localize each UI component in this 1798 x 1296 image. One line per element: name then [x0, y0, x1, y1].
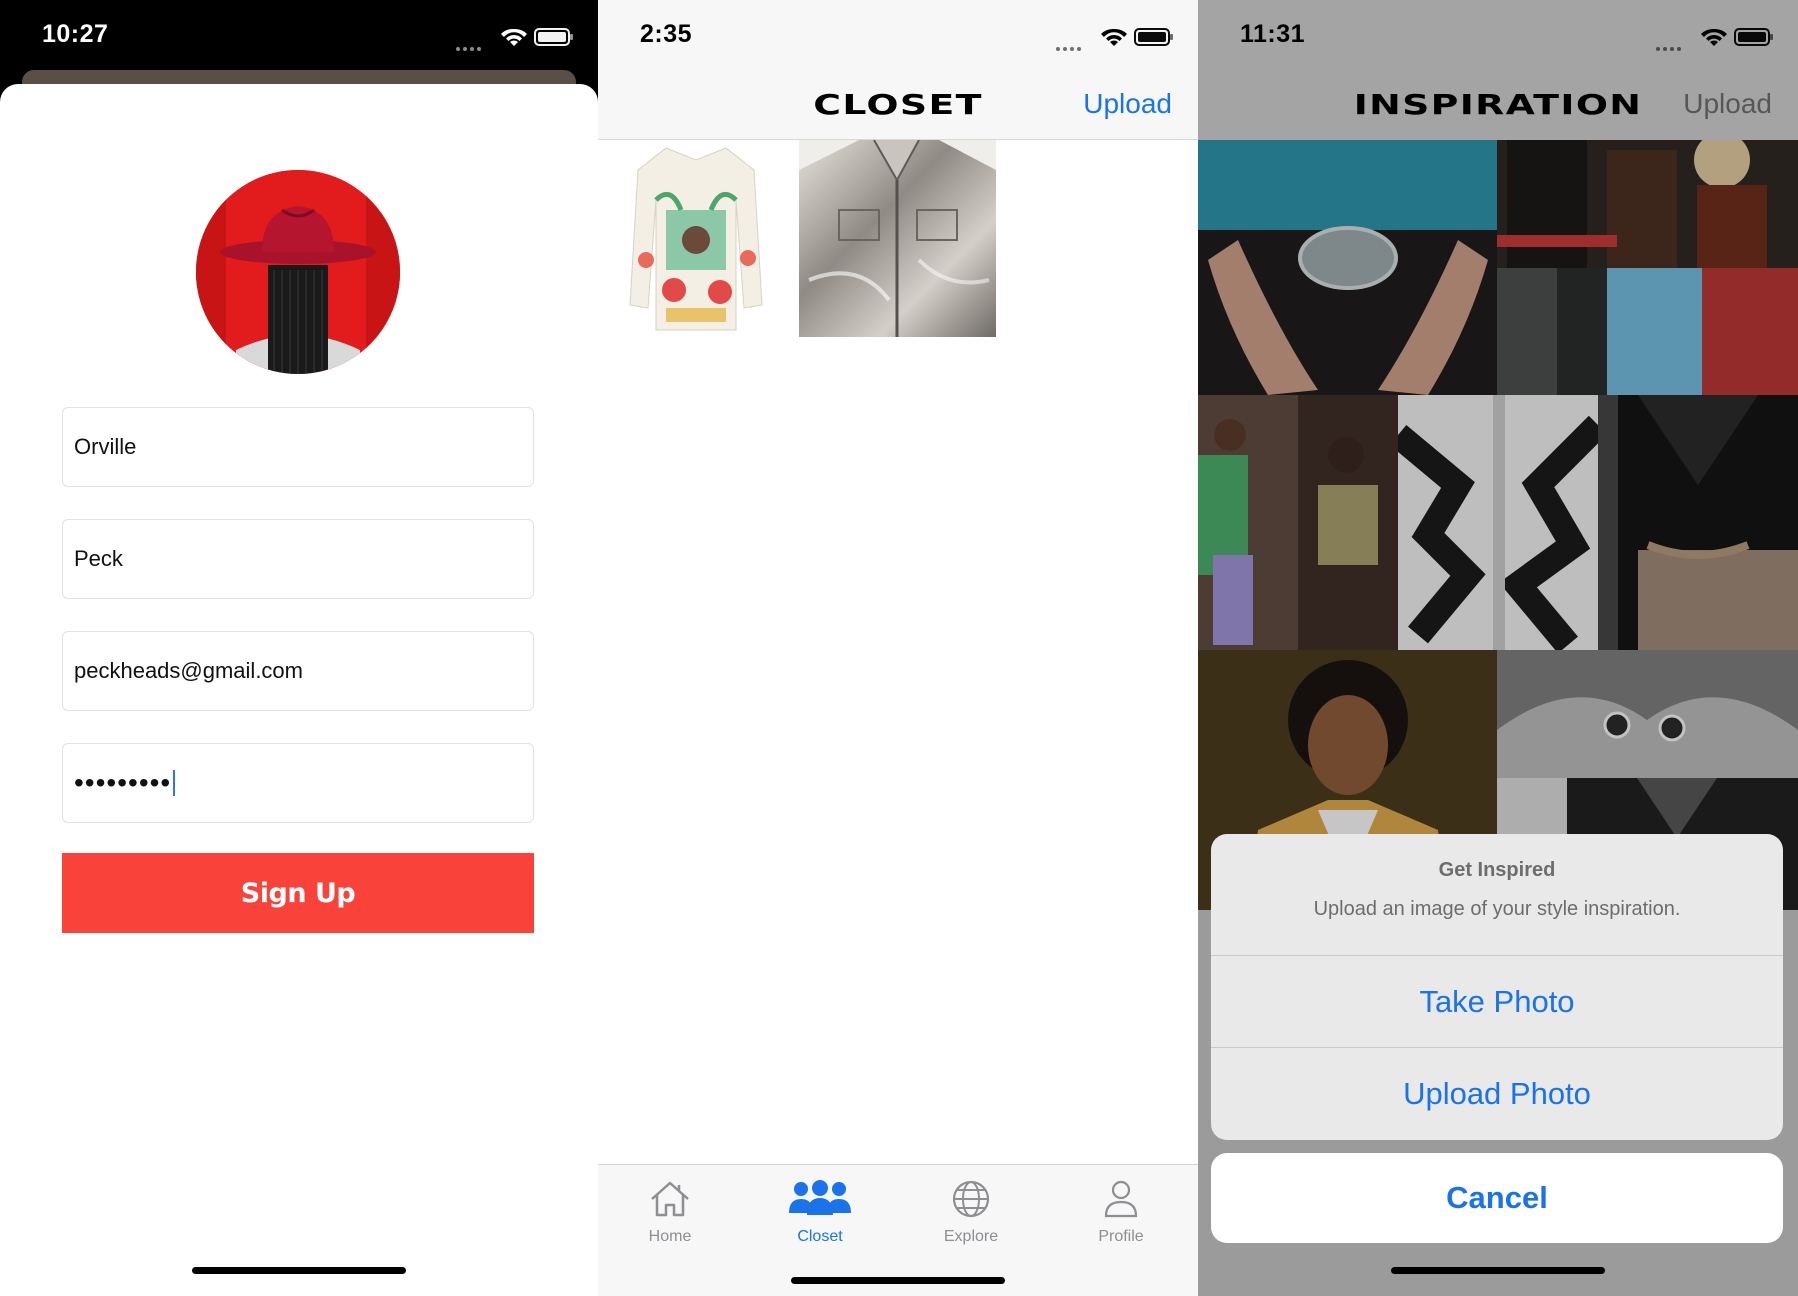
action-sheet-message: Upload an image of your style inspiratio…: [1313, 898, 1681, 920]
first-name-field[interactable]: Orville: [62, 407, 534, 487]
tab-label: Explore: [943, 1228, 999, 1245]
floral-shirt-image: [626, 140, 766, 337]
action-sheet: Get Inspired Upload an image of your sty…: [1211, 834, 1783, 1140]
nav-bar: CLOSET Upload: [598, 72, 1198, 140]
closet-item-metallic-jacket[interactable]: [799, 139, 996, 337]
last-name-value: Peck: [74, 546, 123, 571]
action-sheet-header: Get Inspired Upload an image of your sty…: [1211, 834, 1783, 956]
avatar-photo: [196, 170, 400, 374]
tab-explore[interactable]: Explore: [921, 1179, 1021, 1246]
password-field[interactable]: •••••••••: [62, 743, 534, 823]
wifi-icon: [1101, 28, 1127, 46]
status-icons: [456, 26, 576, 51]
signal-icon: [1056, 38, 1086, 51]
tab-profile[interactable]: Profile: [1071, 1179, 1171, 1246]
email-field[interactable]: peckheads@gmail.com: [62, 631, 534, 711]
signup-screen: 10:27 Orville Peck peckheads@gmail.com •…: [0, 0, 598, 1296]
globe-icon: [952, 1180, 990, 1218]
text-cursor: [173, 770, 176, 796]
cancel-button[interactable]: Cancel: [1211, 1153, 1783, 1243]
people-icon: [789, 1180, 851, 1215]
tab-home[interactable]: Home: [620, 1179, 720, 1246]
status-bar: 10:27: [0, 0, 598, 72]
avatar[interactable]: [196, 170, 400, 374]
signal-icon: [456, 38, 486, 51]
tab-bar: Home Closet Explore Profile: [598, 1164, 1198, 1296]
status-time: 2:35: [640, 20, 693, 48]
battery-icon: [534, 28, 573, 46]
tab-label: Profile: [1098, 1228, 1144, 1245]
tab-label: Closet: [797, 1228, 843, 1245]
password-value: •••••••••: [74, 767, 172, 798]
email-value: peckheads@gmail.com: [74, 658, 303, 683]
closet-item-floral-shirt[interactable]: [626, 140, 766, 337]
home-icon: [651, 1181, 689, 1217]
upload-button[interactable]: Upload: [1083, 88, 1172, 120]
home-indicator[interactable]: [791, 1277, 1005, 1284]
home-indicator[interactable]: [192, 1267, 406, 1274]
wifi-icon: [501, 28, 527, 46]
metallic-jacket-image: [799, 139, 996, 337]
take-photo-button[interactable]: Take Photo: [1211, 956, 1783, 1048]
first-name-value: Orville: [74, 434, 137, 459]
last-name-field[interactable]: Peck: [62, 519, 534, 599]
tab-closet[interactable]: Closet: [770, 1179, 870, 1246]
home-indicator[interactable]: [1391, 1267, 1605, 1274]
status-icons: [1056, 26, 1176, 51]
signup-button[interactable]: Sign Up: [62, 853, 534, 933]
status-time: 10:27: [42, 20, 109, 48]
upload-photo-button[interactable]: Upload Photo: [1211, 1048, 1783, 1140]
status-bar: 2:35: [598, 0, 1198, 72]
battery-icon: [1134, 28, 1173, 46]
inspiration-screen: 11:31 INSPIRATION Upload Get Inspired Up…: [1198, 0, 1798, 1296]
action-sheet-title: Get Inspired: [1438, 859, 1556, 881]
person-icon: [1104, 1180, 1138, 1218]
closet-screen: 2:35 CLOSET Upload Home Closet Explore P…: [598, 0, 1198, 1296]
tab-label: Home: [648, 1228, 692, 1245]
